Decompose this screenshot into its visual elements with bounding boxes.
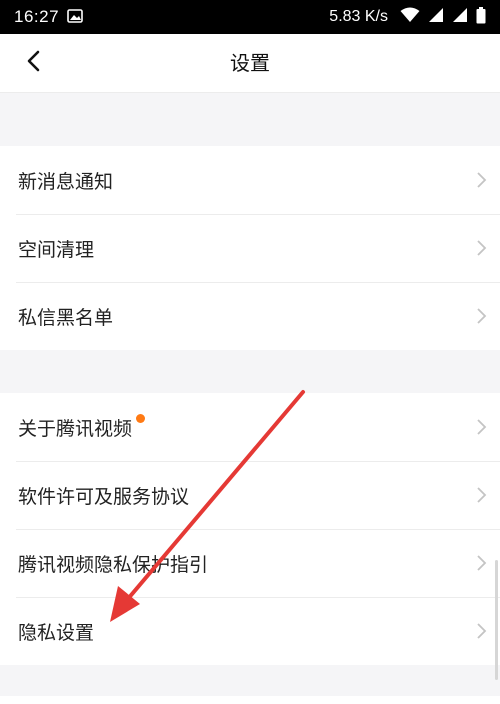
settings-item-notifications[interactable]: 新消息通知 (0, 146, 500, 214)
settings-group-next (0, 696, 500, 704)
network-speed: 5.83 K/s (329, 8, 388, 25)
settings-item-license-agreement[interactable]: 软件许可及服务协议 (0, 461, 500, 529)
settings-item-label: 新消息通知 (18, 170, 114, 193)
battery-icon (476, 6, 486, 28)
chevron-right-icon (474, 486, 488, 504)
chevron-left-icon (26, 50, 40, 76)
chevron-right-icon (474, 418, 488, 436)
signal-icon (428, 7, 444, 27)
wifi-icon (400, 7, 420, 27)
settings-item-about[interactable]: 关于腾讯视频 (0, 393, 500, 461)
header-bar: 设置 (0, 34, 500, 93)
settings-item-privacy-guide[interactable]: 腾讯视频隐私保护指引 (0, 529, 500, 597)
chevron-right-icon (474, 171, 488, 189)
chevron-right-icon (474, 554, 488, 572)
settings-group-general: 新消息通知 空间清理 私信黑名单 (0, 146, 500, 350)
status-bar: 16:27 5.83 K/s (0, 0, 500, 34)
status-time: 16:27 (14, 7, 60, 26)
settings-item-label: 私信黑名单 (18, 306, 114, 329)
chevron-right-icon (474, 307, 488, 325)
status-right: 5.83 K/s (329, 6, 486, 28)
chevron-right-icon (474, 622, 488, 640)
signal-icon (452, 7, 468, 27)
settings-item-message-blacklist[interactable]: 私信黑名单 (0, 282, 500, 350)
scrollbar[interactable] (495, 560, 498, 680)
image-icon (67, 8, 83, 27)
new-badge-dot (136, 413, 146, 423)
settings-item-privacy-settings[interactable]: 隐私设置 (0, 597, 500, 665)
settings-item-label: 隐私设置 (18, 621, 95, 644)
settings-group-about: 关于腾讯视频 软件许可及服务协议 腾讯视频隐私保护指引 隐私设置 (0, 393, 500, 665)
settings-item-label: 关于腾讯视频 (18, 417, 133, 440)
chevron-right-icon (474, 239, 488, 257)
page-title: 设置 (230, 51, 270, 75)
back-button[interactable] (16, 46, 50, 80)
settings-item-label: 腾讯视频隐私保护指引 (18, 553, 209, 576)
settings-item-label: 空间清理 (18, 238, 95, 261)
settings-item-storage-cleanup[interactable]: 空间清理 (0, 214, 500, 282)
settings-item-label: 软件许可及服务协议 (18, 485, 190, 508)
status-left: 16:27 (14, 7, 83, 27)
